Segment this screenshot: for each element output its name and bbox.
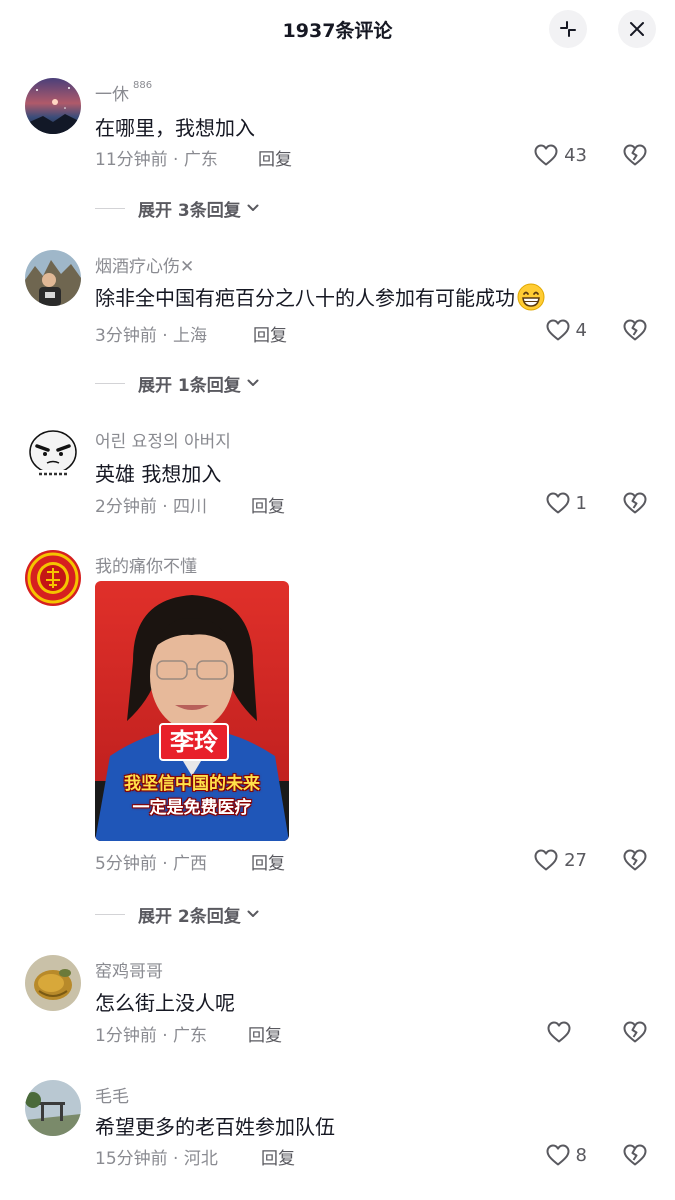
divider-line — [95, 207, 125, 209]
username[interactable]: 我的痛你不懂 — [95, 552, 197, 577]
username[interactable]: 烟酒疗心伤✕ — [95, 252, 194, 277]
username[interactable]: 어린 요정의 아버지 — [95, 427, 231, 452]
username[interactable]: 毛毛 — [95, 1082, 129, 1107]
like-button[interactable]: 27 — [533, 847, 587, 873]
reply-button[interactable]: 回复 — [261, 1144, 295, 1169]
heart-icon — [545, 1142, 571, 1168]
reply-button[interactable]: 回复 — [251, 492, 285, 517]
username[interactable]: 窑鸡哥哥 — [95, 957, 163, 982]
chevron-down-icon — [246, 201, 260, 215]
like-count: 1 — [575, 492, 587, 514]
divider-line — [95, 913, 125, 915]
collapse-button[interactable] — [549, 10, 587, 48]
close-icon — [630, 22, 644, 36]
comment-meta: 5分钟前 · 广西 — [95, 854, 208, 874]
expand-replies-label: 展开 3条回复 — [138, 200, 241, 221]
divider-line — [95, 382, 125, 384]
comment-meta: 2分钟前 · 四川 — [95, 497, 208, 517]
reply-button[interactable]: 回复 — [253, 321, 287, 346]
comment-meta: 11分钟前 · 广东 — [95, 150, 218, 170]
like-button[interactable]: 8 — [545, 1142, 587, 1168]
comment-text: 在哪里，我想加入 — [95, 116, 255, 140]
expand-replies-button[interactable]: 展开 1条回复 — [95, 371, 260, 396]
like-count: 27 — [564, 849, 587, 871]
avatar[interactable] — [25, 425, 81, 481]
like-button[interactable] — [546, 1019, 587, 1045]
avatar[interactable] — [25, 1080, 81, 1136]
like-count: 8 — [575, 1144, 587, 1166]
user-badge: 886 — [133, 80, 153, 91]
broken-heart-icon[interactable] — [622, 142, 648, 168]
avatar[interactable] — [25, 78, 81, 134]
comment-text: 怎么街上没人呢 — [95, 991, 235, 1015]
chevron-down-icon — [246, 907, 260, 921]
grinning-emoji-icon — [517, 283, 545, 311]
image-name-label: 李玲 — [159, 723, 229, 761]
comment-text: 除非全中国有疤百分之八十的人参加有可能成功 — [95, 282, 545, 311]
expand-replies-label: 展开 2条回复 — [138, 906, 241, 927]
broken-heart-icon[interactable] — [622, 1142, 648, 1168]
heart-icon — [545, 490, 571, 516]
comment-text: 希望更多的老百姓参加队伍 — [95, 1115, 335, 1139]
like-button[interactable]: 43 — [533, 142, 587, 168]
heart-icon — [545, 317, 571, 343]
comment-image[interactable]: 李玲 我坚信中国的未来 一定是免费医疗 — [95, 581, 289, 841]
like-count: 43 — [564, 144, 587, 166]
broken-heart-icon[interactable] — [622, 317, 648, 343]
expand-replies-button[interactable]: 展开 2条回复 — [95, 902, 260, 927]
close-button[interactable] — [618, 10, 656, 48]
chevron-down-icon — [246, 376, 260, 390]
like-button[interactable]: 4 — [545, 317, 587, 343]
reply-button[interactable]: 回复 — [248, 1021, 282, 1046]
broken-heart-icon[interactable] — [622, 1019, 648, 1045]
avatar[interactable] — [25, 250, 81, 306]
image-caption-line1: 我坚信中国的未来 — [124, 774, 260, 794]
like-count: 4 — [575, 319, 587, 341]
comment-meta: 3分钟前 · 上海 — [95, 326, 208, 346]
expand-replies-label: 展开 1条回复 — [138, 375, 241, 396]
image-caption-line2: 一定是免费医疗 — [132, 798, 252, 818]
broken-heart-icon[interactable] — [622, 490, 648, 516]
collapse-icon — [560, 21, 576, 37]
comment-text: 英雄 我想加入 — [95, 462, 222, 486]
heart-icon — [533, 847, 559, 873]
expand-replies-button[interactable]: 展开 3条回复 — [95, 196, 260, 221]
avatar[interactable] — [25, 955, 81, 1011]
heart-icon — [546, 1019, 572, 1045]
avatar[interactable] — [25, 550, 81, 606]
comment-meta: 1分钟前 · 广东 — [95, 1026, 208, 1046]
reply-button[interactable]: 回复 — [258, 145, 292, 170]
username[interactable]: 一休 886 — [95, 80, 152, 105]
like-button[interactable]: 1 — [545, 490, 587, 516]
reply-button[interactable]: 回复 — [251, 849, 285, 874]
comment-meta: 15分钟前 · 河北 — [95, 1149, 218, 1169]
heart-icon — [533, 142, 559, 168]
comments-header: 1937条评论 — [0, 0, 675, 58]
broken-heart-icon[interactable] — [622, 847, 648, 873]
